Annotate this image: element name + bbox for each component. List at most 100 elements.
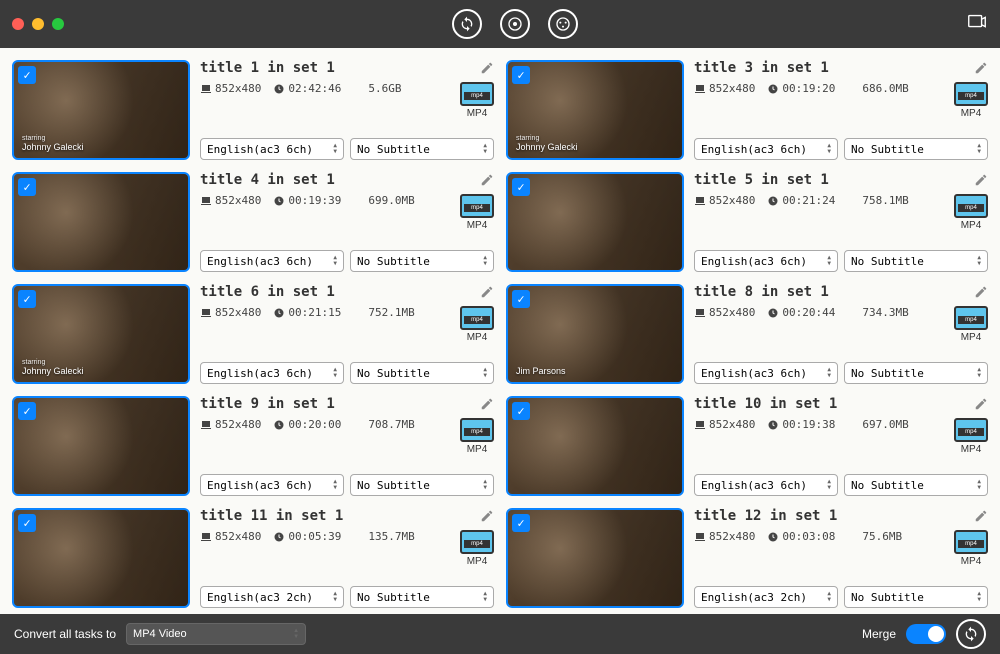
subtitle-select[interactable]: No Subtitle▲▼ [350,586,494,608]
audio-track-select[interactable]: English(ac3 6ch)▲▼ [200,250,344,272]
select-checkbox[interactable] [18,514,36,532]
edit-icon[interactable] [480,508,494,527]
video-thumbnail[interactable] [12,172,190,272]
filesize-info: 752.1MB [353,306,414,319]
video-thumbnail[interactable]: starringJohnny Galecki [506,60,684,160]
video-thumbnail[interactable]: starringJohnny Galecki [12,284,190,384]
audio-track-select[interactable]: English(ac3 6ch)▲▼ [694,362,838,384]
subtitle-select[interactable]: No Subtitle▲▼ [350,250,494,272]
edit-icon[interactable] [480,172,494,191]
audio-track-select[interactable]: English(ac3 6ch)▲▼ [200,474,344,496]
select-checkbox[interactable] [18,178,36,196]
playlist-icon[interactable] [966,11,988,37]
resolution-info: 852x480 [694,82,755,95]
video-card: starringJohnny Galecki title 1 in set 1 … [12,60,494,160]
mp4-icon [460,82,494,106]
subtitle-select[interactable]: No Subtitle▲▼ [350,474,494,496]
maximize-window-button[interactable] [52,18,64,30]
disc-tab-icon[interactable] [500,9,530,39]
output-format[interactable]: MP4 [954,82,988,119]
duration-info: 00:05:39 [273,530,341,543]
edit-icon[interactable] [480,396,494,415]
filesize-info: 699.0MB [353,194,414,207]
video-card: title 9 in set 1 852x480 00:20:00 708.7M… [12,396,494,496]
select-checkbox[interactable] [512,290,530,308]
output-format[interactable]: MP4 [460,194,494,231]
merge-label: Merge [862,627,896,641]
output-format[interactable]: MP4 [954,194,988,231]
merge-toggle[interactable] [906,624,946,644]
audio-track-select[interactable]: English(ac3 6ch)▲▼ [200,138,344,160]
video-thumbnail[interactable] [506,172,684,272]
convert-tab-icon[interactable] [452,9,482,39]
video-thumbnail[interactable] [506,396,684,496]
duration-info: 00:21:15 [273,306,341,319]
duration-info: 00:20:00 [273,418,341,431]
edit-icon[interactable] [974,396,988,415]
output-format[interactable]: MP4 [460,82,494,119]
audio-track-select[interactable]: English(ac3 2ch)▲▼ [200,586,344,608]
video-title: title 11 in set 1 [200,508,494,524]
video-thumbnail[interactable]: starringJohnny Galecki [12,60,190,160]
audio-track-select[interactable]: English(ac3 6ch)▲▼ [200,362,344,384]
start-convert-button[interactable] [956,619,986,649]
edit-icon[interactable] [974,508,988,527]
subtitle-select[interactable]: No Subtitle▲▼ [844,586,988,608]
video-thumbnail[interactable] [506,508,684,608]
video-title: title 12 in set 1 [694,508,988,524]
video-title: title 4 in set 1 [200,172,494,188]
thumbnail-caption: Jim Parsons [516,366,566,376]
media-tab-icon[interactable] [548,9,578,39]
close-window-button[interactable] [12,18,24,30]
output-format[interactable]: MP4 [460,306,494,343]
audio-track-select[interactable]: English(ac3 6ch)▲▼ [694,250,838,272]
subtitle-select[interactable]: No Subtitle▲▼ [844,474,988,496]
output-format[interactable]: MP4 [954,418,988,455]
output-format[interactable]: MP4 [460,418,494,455]
subtitle-select[interactable]: No Subtitle▲▼ [844,138,988,160]
audio-track-select[interactable]: English(ac3 6ch)▲▼ [694,138,838,160]
video-thumbnail[interactable]: Jim Parsons [506,284,684,384]
convert-all-label: Convert all tasks to [14,627,116,641]
mp4-icon [954,82,988,106]
video-thumbnail[interactable] [12,396,190,496]
audio-track-select[interactable]: English(ac3 2ch)▲▼ [694,586,838,608]
duration-info: 00:19:38 [767,418,835,431]
edit-icon[interactable] [974,284,988,303]
video-title: title 1 in set 1 [200,60,494,76]
video-title: title 5 in set 1 [694,172,988,188]
video-thumbnail[interactable] [12,508,190,608]
mp4-icon [954,306,988,330]
edit-icon[interactable] [974,172,988,191]
edit-icon[interactable] [974,60,988,79]
output-format[interactable]: MP4 [954,530,988,567]
minimize-window-button[interactable] [32,18,44,30]
convert-format-select[interactable]: MP4 Video ▲▼ [126,623,306,645]
select-checkbox[interactable] [512,178,530,196]
mp4-icon [954,194,988,218]
edit-icon[interactable] [480,60,494,79]
resolution-info: 852x480 [694,194,755,207]
output-format[interactable]: MP4 [954,306,988,343]
select-checkbox[interactable] [18,66,36,84]
select-checkbox[interactable] [512,402,530,420]
video-title: title 10 in set 1 [694,396,988,412]
select-checkbox[interactable] [18,290,36,308]
subtitle-select[interactable]: No Subtitle▲▼ [844,362,988,384]
subtitle-select[interactable]: No Subtitle▲▼ [350,362,494,384]
subtitle-select[interactable]: No Subtitle▲▼ [350,138,494,160]
video-card: title 11 in set 1 852x480 00:05:39 135.7… [12,508,494,608]
audio-track-select[interactable]: English(ac3 6ch)▲▼ [694,474,838,496]
video-list: starringJohnny Galecki title 1 in set 1 … [0,48,1000,614]
select-checkbox[interactable] [512,514,530,532]
mp4-icon [460,306,494,330]
edit-icon[interactable] [480,284,494,303]
select-checkbox[interactable] [18,402,36,420]
video-title: title 3 in set 1 [694,60,988,76]
video-card: starringJohnny Galecki title 6 in set 1 … [12,284,494,384]
select-checkbox[interactable] [512,66,530,84]
filesize-info: 758.1MB [847,194,908,207]
output-format[interactable]: MP4 [460,530,494,567]
subtitle-select[interactable]: No Subtitle▲▼ [844,250,988,272]
duration-info: 00:19:39 [273,194,341,207]
